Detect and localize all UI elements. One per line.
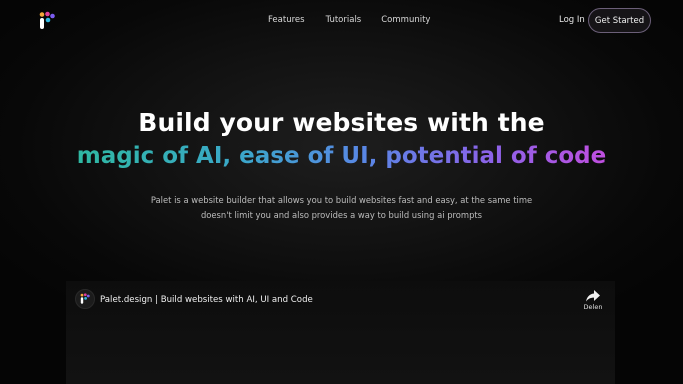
top-navigation: Features Tutorials Community Log In Get …	[0, 0, 683, 42]
hero-description: Palet is a website builder that allows y…	[150, 195, 533, 220]
share-arrow-icon	[586, 290, 600, 302]
video-embed[interactable]: Palet.design | Build websites with AI, U…	[66, 281, 615, 384]
channel-avatar[interactable]	[75, 289, 95, 309]
hero-title: Build your websites with the	[138, 108, 545, 137]
video-title[interactable]: Palet.design | Build websites with AI, U…	[100, 295, 313, 305]
palet-logo-icon[interactable]	[37, 11, 57, 31]
login-link[interactable]: Log In	[559, 15, 585, 25]
share-label: Delen	[583, 303, 603, 311]
nav-links: Features Tutorials Community	[268, 15, 430, 25]
nav-link-tutorials[interactable]: Tutorials	[326, 15, 362, 25]
channel-logo-icon	[80, 293, 90, 304]
get-started-button[interactable]: Get Started	[588, 8, 651, 33]
share-button[interactable]: Delen	[581, 290, 605, 316]
hero-subtitle: magic of AI, ease of UI, potential of co…	[0, 143, 683, 169]
nav-link-community[interactable]: Community	[381, 15, 430, 25]
nav-link-features[interactable]: Features	[268, 15, 305, 25]
hero-subtitle-text: magic of AI, ease of UI, potential of co…	[76, 143, 607, 169]
